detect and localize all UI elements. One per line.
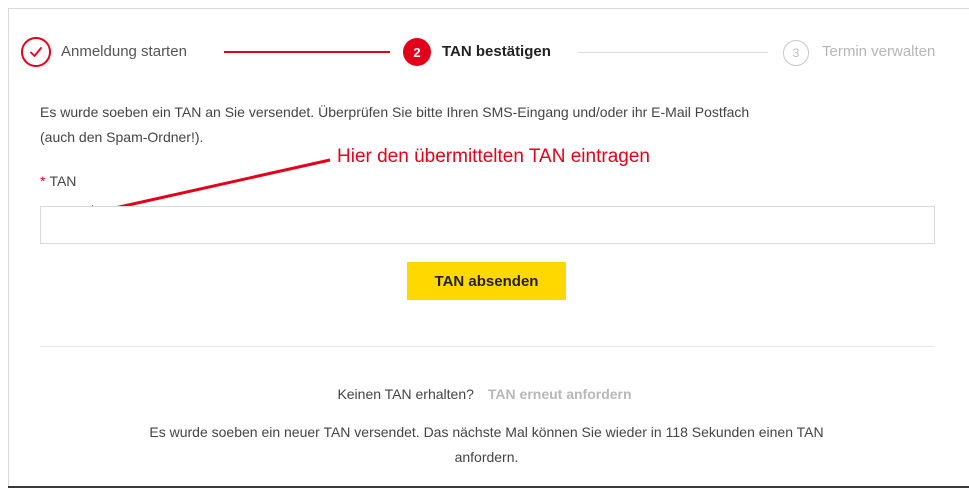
bottom-border (8, 486, 969, 488)
annotation-text: Hier den übermittelten TAN eintragen (337, 146, 650, 167)
notice-line-2: anfordern. (454, 449, 519, 465)
step-1-label: Anmeldung starten (61, 43, 187, 60)
tan-input[interactable] (40, 206, 935, 244)
submit-tan-button[interactable]: TAN absenden (407, 262, 566, 300)
resend-notice: Es wurde soeben ein neuer TAN versendet.… (60, 420, 913, 470)
divider (40, 346, 935, 347)
step-connector-2 (578, 52, 768, 53)
resend-question: Keinen TAN erhalten? (337, 386, 474, 402)
step-2-number: 2 (403, 38, 431, 66)
page-frame (8, 8, 969, 488)
step-3-number: 3 (783, 40, 809, 66)
step-connector-1 (224, 51, 390, 53)
notice-line-1: Es wurde soeben ein neuer TAN versendet.… (149, 424, 824, 440)
info-line-1: Es wurde soeben ein TAN an Sie versendet… (40, 104, 750, 120)
resend-tan-link[interactable]: TAN erneut anfordern (488, 386, 632, 402)
check-icon (21, 37, 51, 67)
tan-label-text: TAN (49, 173, 77, 189)
required-marker: * (40, 173, 46, 189)
info-text: Es wurde soeben ein TAN an Sie versendet… (40, 100, 920, 150)
tan-field-label: * TAN (40, 173, 76, 189)
step-2-label: TAN bestätigen (442, 43, 551, 60)
step-3-label: Termin verwalten (822, 43, 936, 60)
resend-row: Keinen TAN erhalten? TAN erneut anfordern (0, 386, 969, 402)
